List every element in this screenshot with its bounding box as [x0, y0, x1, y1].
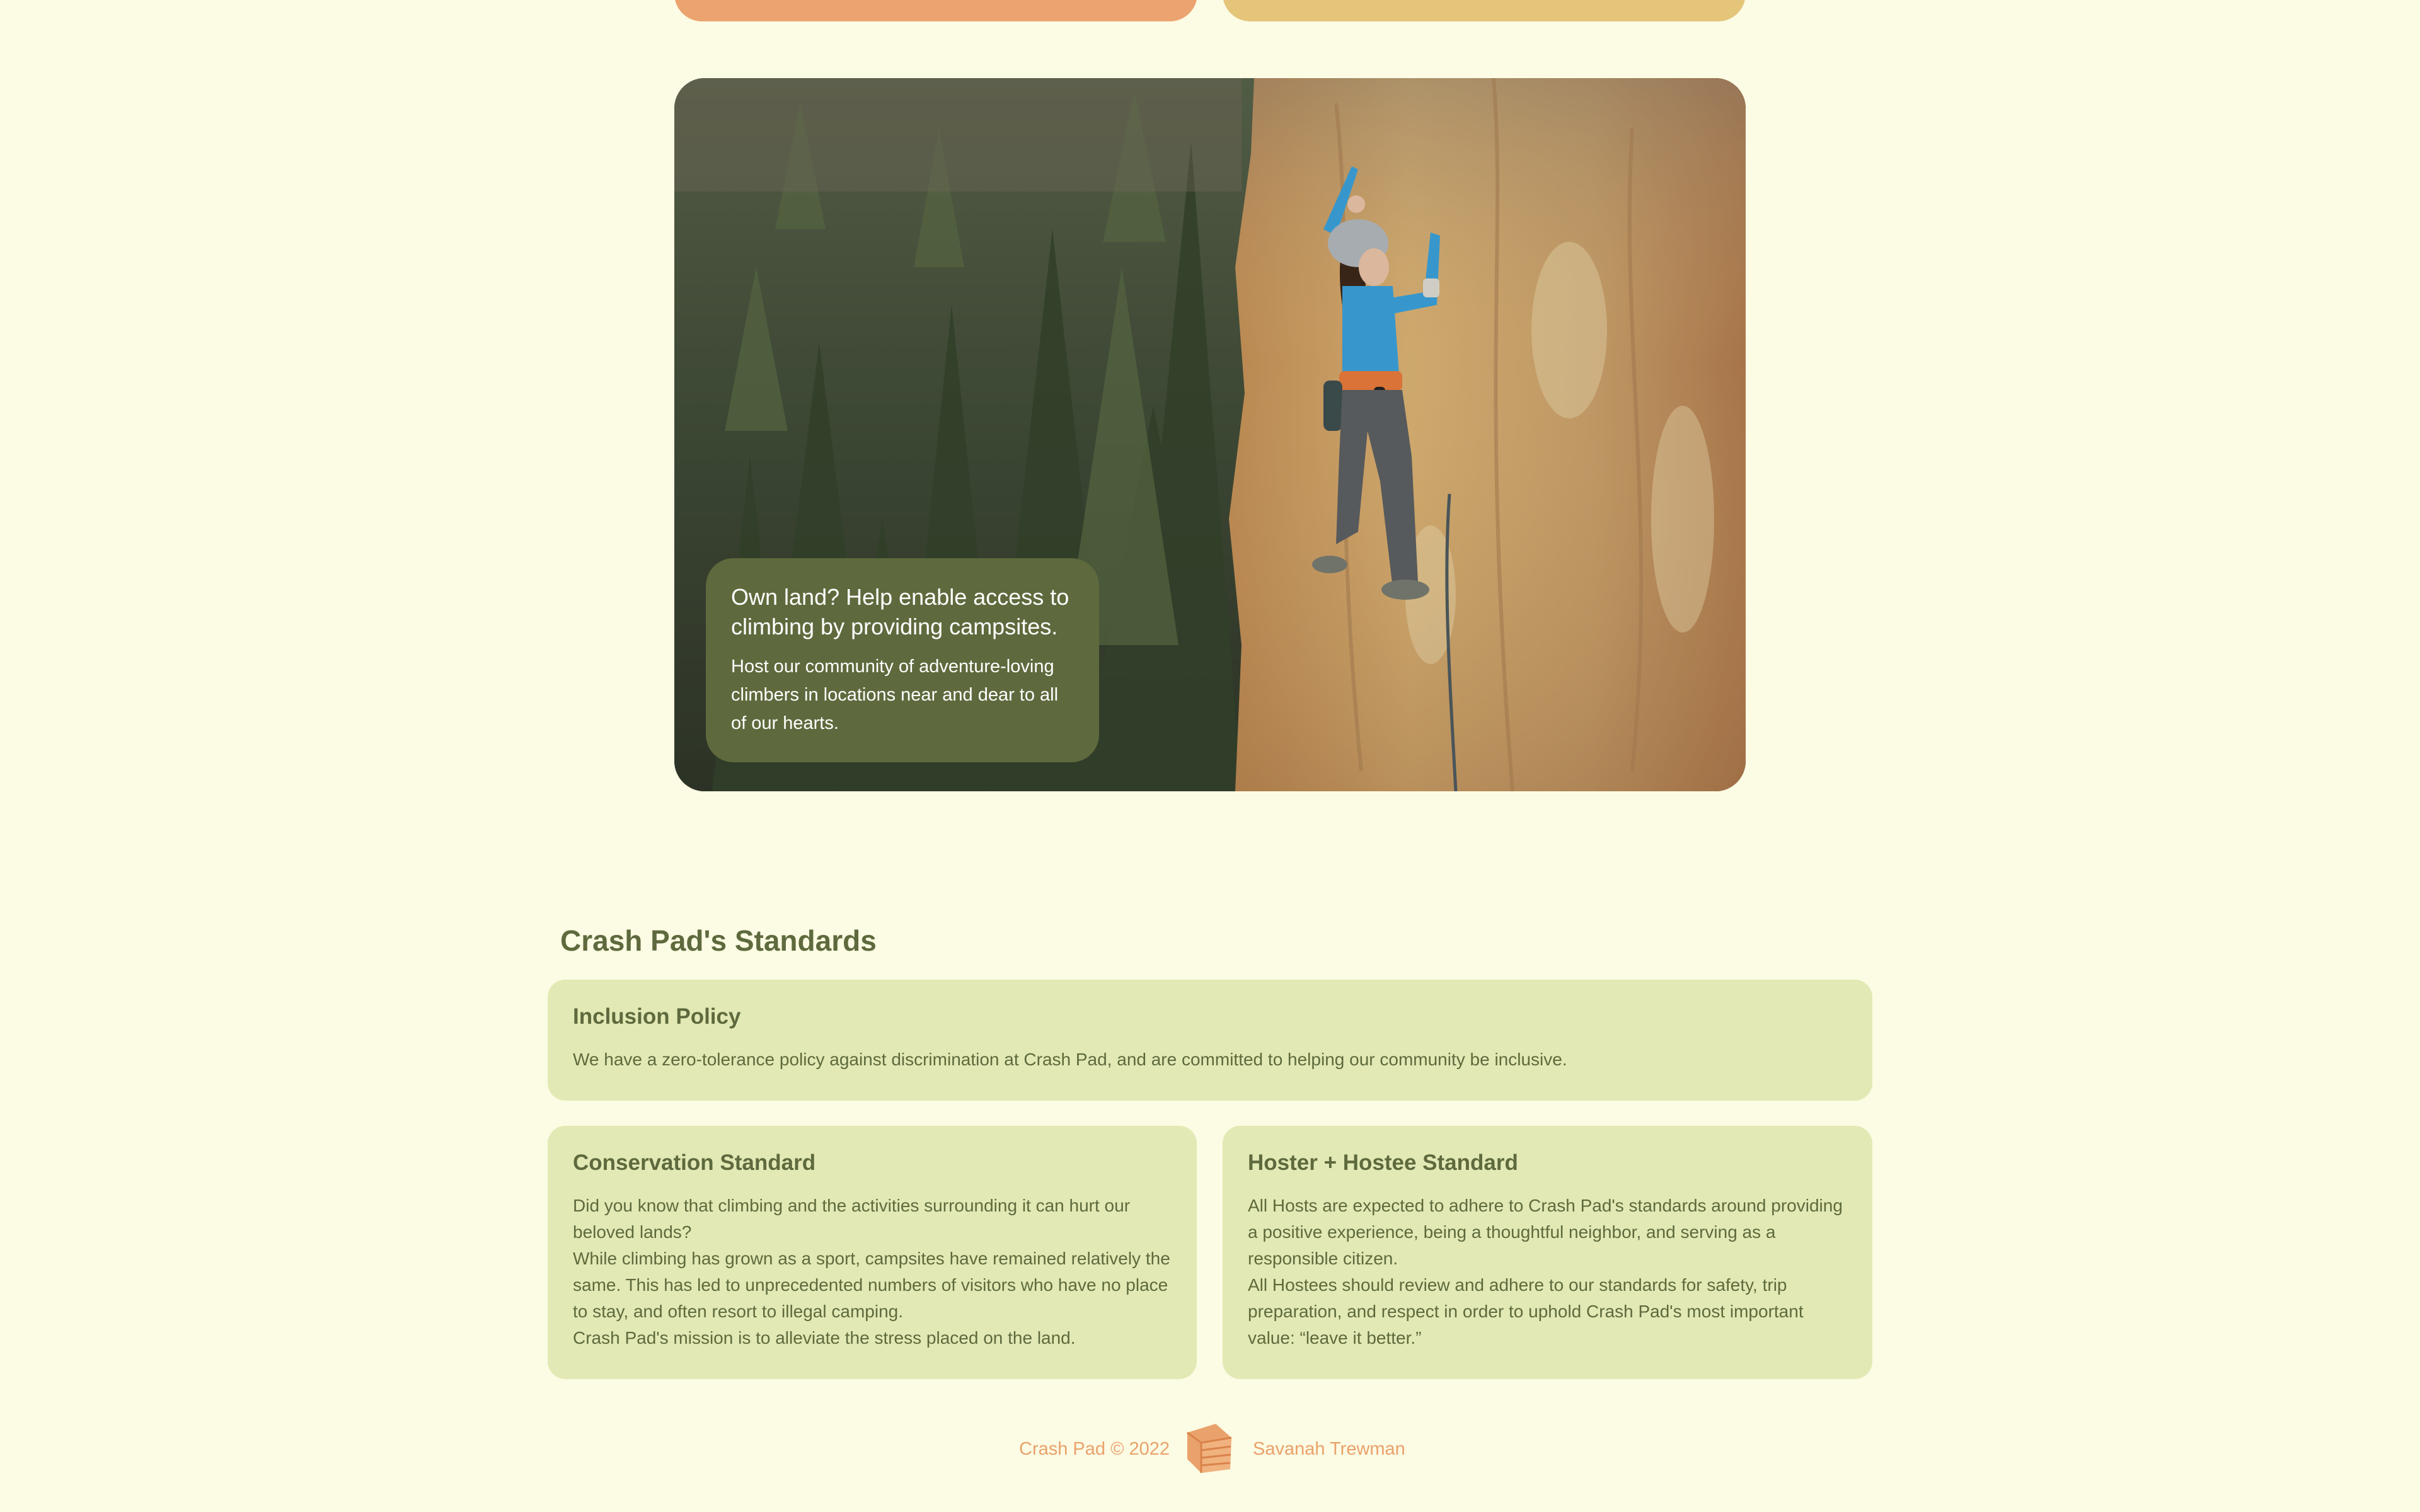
top-card-yellow[interactable]	[1223, 0, 1746, 21]
page: Own land? Help enable access to climbing…	[0, 0, 2420, 1512]
hoster-hostee-standard-card: Hoster + Hostee Standard All Hosts are e…	[1223, 1126, 1872, 1379]
footer-author: Savanah Trewman	[1253, 1439, 1405, 1459]
top-card-orange[interactable]	[674, 0, 1197, 21]
host-promo-card: Own land? Help enable access to climbing…	[706, 558, 1099, 762]
conservation-line-2: While climbing has grown as a sport, cam…	[573, 1249, 1170, 1321]
hoster-line-2: All Hostees should review and adhere to …	[1248, 1275, 1804, 1348]
inclusion-policy-card: Inclusion Policy We have a zero-toleranc…	[548, 980, 1872, 1101]
footer: Crash Pad © 2022 Savanah Trewman	[0, 1420, 2420, 1477]
hoster-line-1: All Hosts are expected to adhere to Cras…	[1248, 1196, 1843, 1268]
standards-title: Crash Pad's Standards	[560, 924, 877, 957]
conservation-line-1: Did you know that climbing and the activ…	[573, 1196, 1131, 1242]
conservation-standard-card: Conservation Standard Did you know that …	[548, 1126, 1197, 1379]
host-promo-heading: Own land? Help enable access to climbing…	[731, 584, 1069, 639]
hoster-hostee-standard-title: Hoster + Hostee Standard	[1248, 1150, 1518, 1175]
conservation-line-3: Crash Pad's mission is to alleviate the …	[573, 1328, 1076, 1348]
host-promo-body: Host our community of adventure-loving c…	[731, 656, 1059, 733]
inclusion-policy-body: We have a zero-tolerance policy against …	[573, 1050, 1567, 1069]
conservation-standard-title: Conservation Standard	[573, 1150, 816, 1175]
hero-section: Own land? Help enable access to climbing…	[674, 78, 1746, 791]
footer-copyright: Crash Pad © 2022	[1019, 1439, 1170, 1459]
crash-pad-logo-icon[interactable]	[1181, 1420, 1236, 1474]
inclusion-policy-title: Inclusion Policy	[573, 1004, 741, 1029]
